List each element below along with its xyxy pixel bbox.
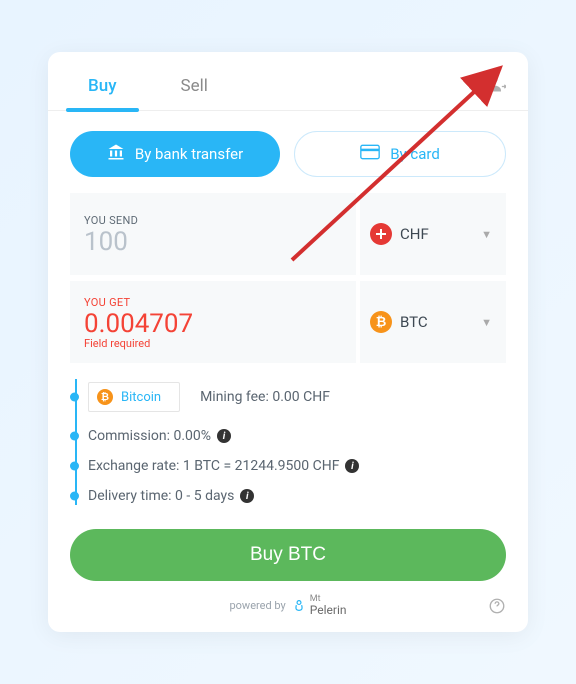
tab-sell[interactable]: Sell bbox=[163, 70, 226, 110]
send-input[interactable] bbox=[84, 227, 342, 257]
footer: powered by Mt Pelerin bbox=[70, 595, 506, 616]
delivery-time-text: Delivery time: 0 - 5 days bbox=[88, 488, 234, 504]
send-field: YOU SEND CHF ▼ bbox=[70, 193, 506, 275]
get-input[interactable] bbox=[84, 309, 342, 339]
tab-buy[interactable]: Buy bbox=[70, 70, 135, 110]
network-selector[interactable]: ₿ Bitcoin bbox=[88, 382, 180, 412]
chevron-down-icon: ▼ bbox=[481, 228, 492, 241]
get-field: YOU GET Field required ₿ BTC ▼ bbox=[70, 281, 506, 363]
btc-icon: ₿ bbox=[370, 311, 392, 333]
help-icon[interactable] bbox=[488, 597, 506, 615]
card-icon bbox=[360, 144, 380, 164]
mining-fee-text: Mining fee: 0.00 CHF bbox=[200, 389, 330, 405]
method-card-label: By card bbox=[390, 145, 440, 163]
send-currency-label: CHF bbox=[400, 225, 429, 243]
send-label: YOU SEND bbox=[84, 214, 342, 227]
info-icon[interactable]: i bbox=[345, 459, 359, 473]
network-label: Bitcoin bbox=[121, 390, 161, 405]
pelerin-logo: Mt Pelerin bbox=[292, 595, 347, 616]
exchange-rate-text: Exchange rate: 1 BTC = 21244.9500 CHF bbox=[88, 458, 339, 474]
login-icon[interactable] bbox=[486, 70, 506, 98]
bank-icon bbox=[107, 143, 125, 165]
info-icon[interactable]: i bbox=[217, 429, 231, 443]
get-error-message: Field required bbox=[84, 337, 342, 350]
get-currency-label: BTC bbox=[400, 313, 428, 331]
buy-button[interactable]: Buy BTC bbox=[70, 529, 506, 581]
send-currency-selector[interactable]: CHF ▼ bbox=[356, 193, 506, 275]
commission-text: Commission: 0.00% bbox=[88, 428, 211, 444]
method-bank-label: By bank transfer bbox=[135, 145, 243, 163]
method-card[interactable]: By card bbox=[294, 131, 506, 177]
powered-by-text: powered by bbox=[229, 599, 285, 612]
chevron-down-icon: ▼ bbox=[481, 316, 492, 329]
exchange-widget: Buy Sell By bank transfer By card bbox=[48, 52, 528, 632]
method-bank-transfer[interactable]: By bank transfer bbox=[70, 131, 280, 177]
info-icon[interactable]: i bbox=[240, 489, 254, 503]
get-label: YOU GET bbox=[84, 296, 342, 309]
btc-small-icon: ₿ bbox=[97, 389, 113, 405]
get-currency-selector[interactable]: ₿ BTC ▼ bbox=[356, 281, 506, 363]
chf-icon bbox=[370, 223, 392, 245]
details-section: ₿ Bitcoin Mining fee: 0.00 CHF Commissio… bbox=[70, 373, 506, 511]
mode-tabs: Buy Sell bbox=[70, 70, 226, 110]
